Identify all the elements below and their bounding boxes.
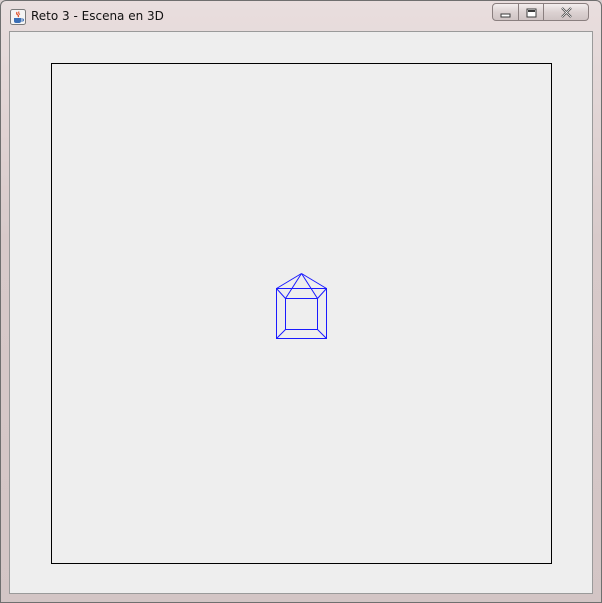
house-inner-back (285, 298, 318, 330)
roof-edge-left (276, 273, 302, 289)
roof-edge-right (301, 273, 327, 289)
roof-edge-inner-left (285, 273, 302, 299)
scene-drawing (276, 273, 327, 339)
wireframe-house (276, 273, 327, 339)
house-edge-bottom-right (317, 329, 327, 339)
house-edge-top-right (317, 288, 327, 299)
roof-edge-inner-right (301, 273, 318, 299)
house-edge-top-left (276, 288, 286, 299)
house-edge-bottom-left (276, 329, 286, 339)
